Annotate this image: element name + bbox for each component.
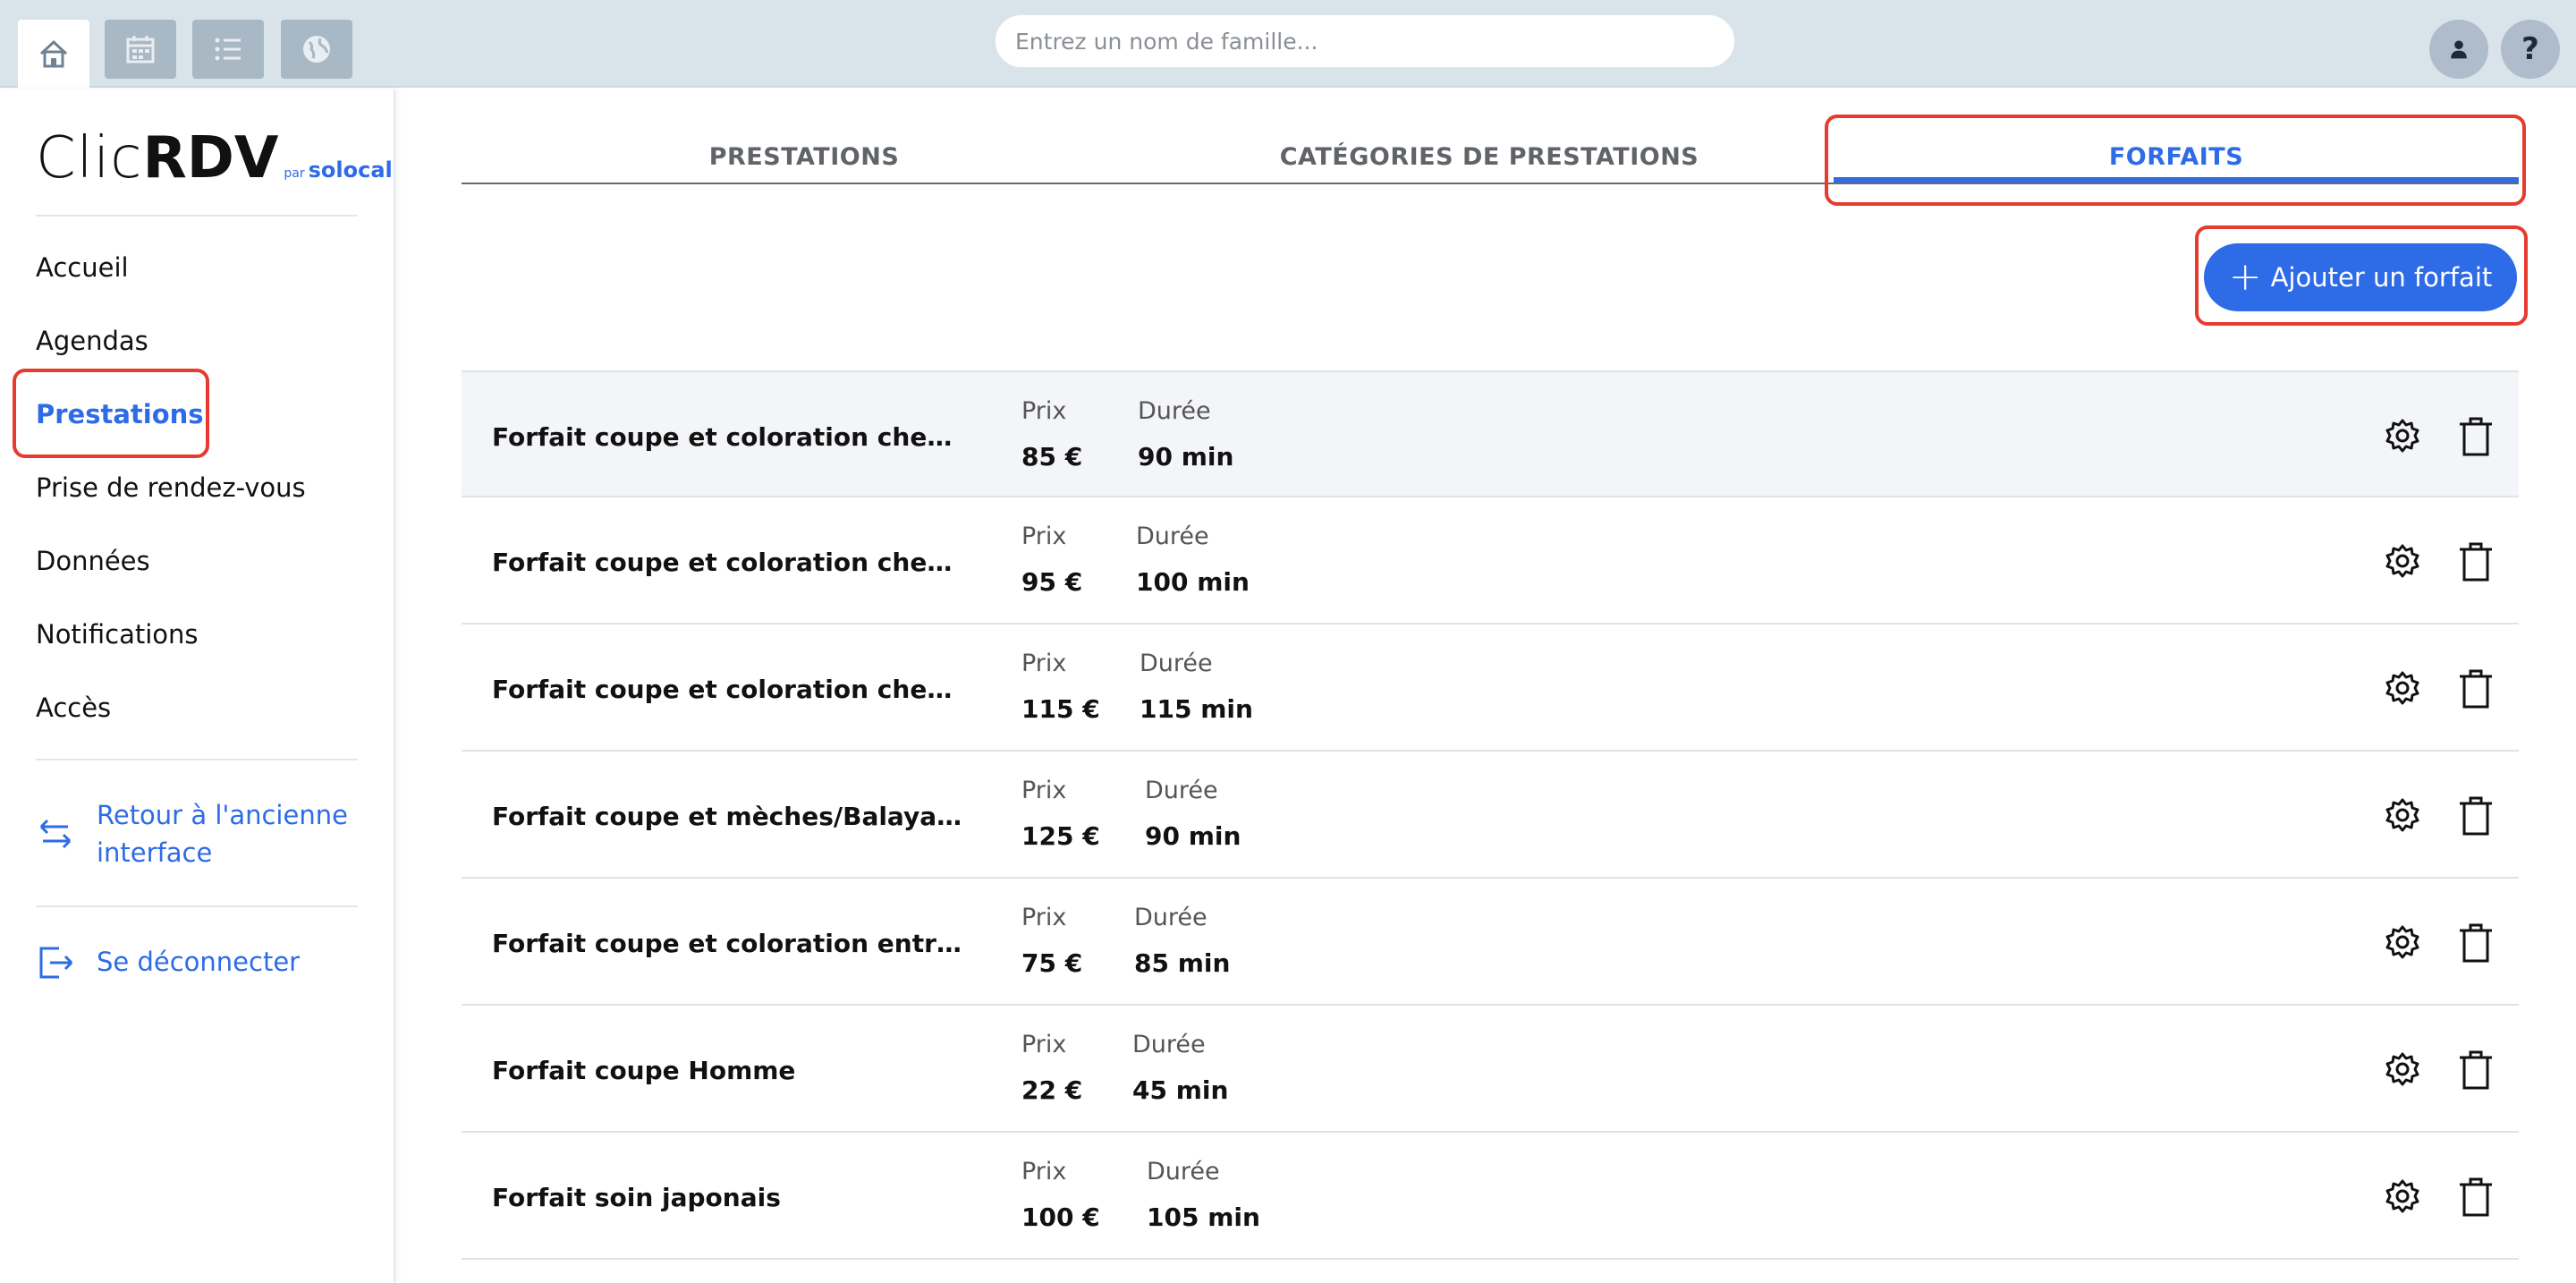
prestations-highlight: [13, 369, 209, 458]
settings-gear-icon[interactable]: [2383, 1050, 2422, 1090]
price-label: Prix: [1021, 904, 1067, 931]
sidebar-item-donnees[interactable]: Données: [36, 546, 150, 576]
list-item[interactable]: Forfait coupe et coloration cheveux lo..…: [462, 625, 2519, 752]
duration-label: Durée: [1134, 904, 1208, 931]
price-label: Prix: [1021, 1158, 1067, 1185]
account-button[interactable]: [2429, 20, 2488, 79]
price-value: 100 €: [1021, 1202, 1100, 1232]
logout-icon: [39, 947, 73, 979]
clicrdv-logo: Clic RDV par solocal: [36, 125, 393, 191]
logout-link[interactable]: Se déconnecter: [36, 943, 300, 982]
globe-tab-button[interactable]: [281, 20, 352, 79]
add-button-highlight: [2195, 225, 2528, 326]
price-label: Prix: [1021, 1031, 1067, 1058]
duration-label: Durée: [1136, 523, 1209, 550]
delete-trash-icon[interactable]: [2456, 794, 2496, 837]
forfait-name: Forfait coupe et coloration cheveux mi..…: [492, 548, 966, 577]
price-value: 85 €: [1021, 442, 1083, 472]
settings-gear-icon[interactable]: [2383, 417, 2422, 456]
forfait-name: Forfait coupe et coloration entretien ra…: [492, 929, 966, 958]
forfait-name: Forfait soin japonais: [492, 1183, 781, 1212]
back-to-old-interface-link[interactable]: Retour à l'ancienne interface: [36, 796, 348, 871]
forfait-name: Forfait coupe et coloration cheveux co..…: [492, 422, 966, 452]
list-item[interactable]: Forfait coupe et coloration cheveux co..…: [462, 370, 2519, 497]
logout-label: Se déconnecter: [97, 947, 301, 977]
forfaits-tab-highlight: [1825, 115, 2526, 206]
duration-label: Durée: [1147, 1158, 1220, 1185]
tab-categories-de-prestations[interactable]: CATÉGORIES DE PRESTATIONS: [1147, 143, 1832, 171]
home-tab-button[interactable]: [18, 20, 89, 88]
forfait-name: Forfait coupe et mèches/Balayage/Tie...: [492, 802, 966, 831]
sidebar: Clic RDV par solocal Accueil Agendas Presta…: [0, 89, 395, 1283]
logo-solocal: solocal: [308, 157, 393, 183]
price-label: Prix: [1021, 523, 1067, 550]
duration-label: Durée: [1145, 777, 1218, 804]
top-bar: Entrez un nom de famille... ?: [0, 0, 2576, 88]
duration-value: 45 min: [1132, 1075, 1229, 1105]
sidebar-divider: [36, 759, 358, 760]
price-value: 95 €: [1021, 567, 1083, 597]
forfait-name: Forfait coupe Homme: [492, 1056, 796, 1085]
help-button[interactable]: ?: [2501, 20, 2560, 79]
delete-trash-icon[interactable]: [2456, 922, 2496, 964]
back-link-line2: interface: [97, 837, 213, 868]
logo-par: par: [284, 166, 305, 181]
list-icon: [215, 38, 241, 61]
duration-value: 85 min: [1134, 948, 1231, 978]
calendar-tab-button[interactable]: [105, 20, 176, 79]
forfaits-list: Forfait coupe et coloration cheveux co..…: [462, 370, 2519, 1260]
forfait-name: Forfait coupe et coloration cheveux lo..…: [492, 675, 966, 704]
settings-gear-icon[interactable]: [2383, 796, 2422, 836]
sidebar-item-acces[interactable]: Accès: [36, 692, 111, 723]
delete-trash-icon[interactable]: [2456, 1049, 2496, 1092]
sidebar-divider: [36, 215, 358, 217]
settings-gear-icon[interactable]: [2383, 1177, 2422, 1217]
duration-value: 115 min: [1140, 694, 1253, 724]
swap-arrows-icon: [39, 819, 72, 849]
globe-icon: [303, 36, 330, 63]
sidebar-item-agendas[interactable]: Agendas: [36, 326, 148, 356]
list-item[interactable]: Forfait coupe Homme Prix 22 € Durée 45 m…: [462, 1006, 2519, 1133]
logo-rdv: RDV: [142, 125, 279, 191]
price-value: 115 €: [1021, 694, 1100, 724]
list-item[interactable]: Forfait coupe et mèches/Balayage/Tie... …: [462, 752, 2519, 879]
price-label: Prix: [1021, 397, 1067, 425]
duration-value: 105 min: [1147, 1202, 1260, 1232]
back-link-line1: Retour à l'ancienne: [97, 800, 348, 830]
sidebar-item-notifications[interactable]: Notifications: [36, 619, 199, 650]
logo-clic: Clic: [36, 125, 143, 191]
tab-prestations[interactable]: PRESTATIONS: [462, 143, 1147, 171]
delete-trash-icon[interactable]: [2456, 540, 2496, 583]
sidebar-item-accueil[interactable]: Accueil: [36, 252, 129, 283]
duration-label: Durée: [1132, 1031, 1206, 1058]
price-value: 125 €: [1021, 821, 1100, 851]
delete-trash-icon[interactable]: [2456, 667, 2496, 710]
duration-value: 100 min: [1136, 567, 1250, 597]
calendar-icon: [126, 36, 155, 64]
list-item[interactable]: Forfait coupe et coloration entretien ra…: [462, 879, 2519, 1006]
settings-gear-icon[interactable]: [2383, 542, 2422, 582]
search-input[interactable]: Entrez un nom de famille...: [995, 14, 1735, 68]
price-label: Prix: [1021, 777, 1067, 804]
list-item[interactable]: Forfait soin japonais Prix 100 € Durée 1…: [462, 1133, 2519, 1260]
user-icon: [2451, 40, 2467, 59]
price-value: 75 €: [1021, 948, 1083, 978]
list-tab-button[interactable]: [192, 20, 264, 79]
list-item[interactable]: Forfait coupe et coloration cheveux mi..…: [462, 497, 2519, 625]
help-icon: ?: [2521, 31, 2539, 67]
settings-gear-icon[interactable]: [2383, 923, 2422, 963]
price-label: Prix: [1021, 650, 1067, 677]
settings-gear-icon[interactable]: [2383, 669, 2422, 709]
duration-value: 90 min: [1145, 821, 1241, 851]
delete-trash-icon[interactable]: [2456, 415, 2496, 458]
sidebar-item-prise-de-rendez-vous[interactable]: Prise de rendez-vous: [36, 472, 306, 503]
duration-label: Durée: [1140, 650, 1213, 677]
delete-trash-icon[interactable]: [2456, 1176, 2496, 1219]
sidebar-divider: [36, 905, 358, 907]
home-icon: [39, 39, 68, 68]
duration-value: 90 min: [1138, 442, 1234, 472]
price-value: 22 €: [1021, 1075, 1083, 1105]
duration-label: Durée: [1138, 397, 1211, 425]
